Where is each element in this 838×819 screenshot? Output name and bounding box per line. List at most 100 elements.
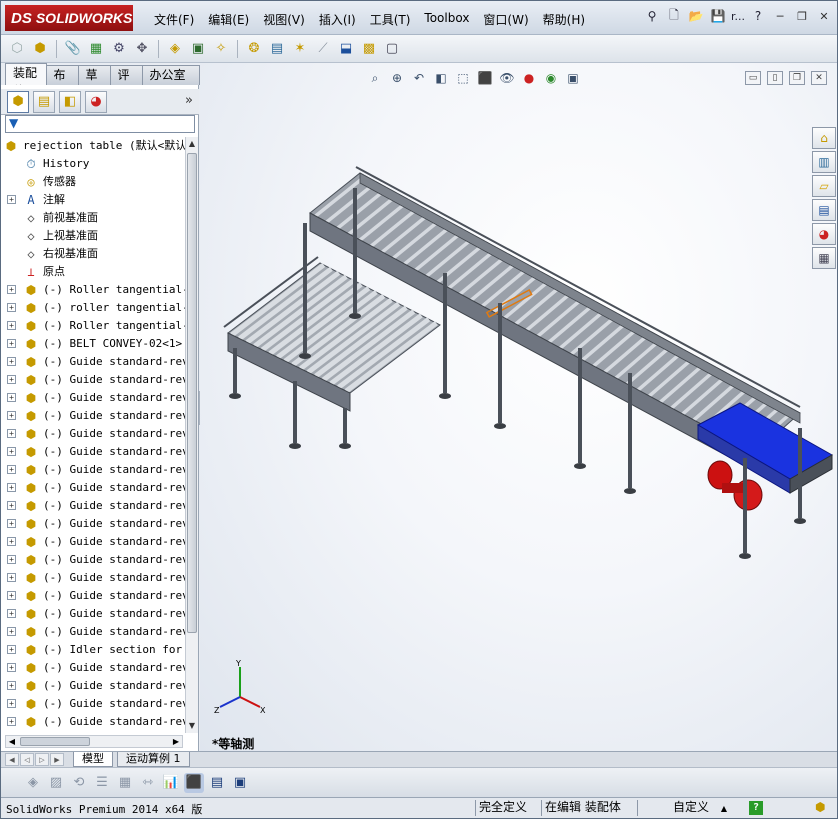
tree-vertical-scrollbar[interactable]: ▲ ▼ bbox=[185, 137, 198, 733]
pin-icon[interactable]: ⚲ bbox=[643, 7, 661, 25]
configuration-manager-tab-icon[interactable]: ◧ bbox=[59, 90, 81, 113]
tree-component-item[interactable]: + ⬢ (-) Guide standard-rev4 bbox=[1, 623, 185, 641]
expand-toggle-icon[interactable]: + bbox=[7, 393, 16, 402]
tree-component-item[interactable]: + ⬢ (-) Guide standard-rev4 bbox=[1, 371, 185, 389]
property-manager-tab-icon[interactable]: ▤ bbox=[33, 90, 55, 113]
tree-component-item[interactable]: + ⬢ (-) Guide standard-rev4 bbox=[1, 695, 185, 713]
custom-properties-icon[interactable]: ▦ bbox=[812, 247, 836, 269]
timeline-icon[interactable]: ⇿ bbox=[138, 773, 158, 793]
previous-view-icon[interactable]: ↶ bbox=[410, 69, 428, 87]
solidworks-logo[interactable]: DS SOLIDWORKS bbox=[5, 5, 133, 31]
move-component-icon[interactable]: ✥ bbox=[132, 39, 152, 59]
tree-component-item[interactable]: + ⬢ (-) Guide standard-rev4 bbox=[1, 407, 185, 425]
status-tag-icon[interactable]: ⬢ bbox=[815, 800, 825, 814]
expand-toggle-icon[interactable]: + bbox=[7, 645, 16, 654]
tree-component-item[interactable]: + ⬢ (-) Guide standard-rev4 bbox=[1, 497, 185, 515]
results-plot-icon[interactable]: 📊 bbox=[161, 773, 181, 793]
scroll-thumb[interactable] bbox=[187, 153, 197, 633]
expand-toggle-icon[interactable]: + bbox=[7, 303, 16, 312]
expand-toggle-icon[interactable]: + bbox=[7, 483, 16, 492]
view-orientation-icon[interactable]: ⬚ bbox=[454, 69, 472, 87]
tree-component-item[interactable]: + ⬢ (-) Guide standard-rev4 bbox=[1, 677, 185, 695]
expand-toggle-icon[interactable]: + bbox=[7, 681, 16, 690]
instant3d-icon[interactable]: ⬓ bbox=[336, 39, 356, 59]
viewport-minimize-button[interactable]: ▭ bbox=[745, 71, 761, 85]
tree-component-item[interactable]: + ⬢ (-) Guide standard-rev4 bbox=[1, 587, 185, 605]
tree-component-item[interactable]: + ⬢ (-) Guide standard-rev4 bbox=[1, 353, 185, 371]
expand-toggle-icon[interactable]: + bbox=[7, 339, 16, 348]
viewport-tile-button[interactable]: ▯ bbox=[767, 71, 783, 85]
zoom-to-fit-icon[interactable]: ⌕ bbox=[366, 69, 384, 87]
tab-office-products[interactable]: 办公室产品 bbox=[141, 65, 200, 100]
help-question-icon[interactable]: ? bbox=[749, 7, 767, 25]
display-mode-icon[interactable]: ⬛ bbox=[184, 772, 204, 793]
linear-pattern-icon[interactable]: ▦ bbox=[86, 39, 106, 59]
tree-root-assembly[interactable]: ⬢ rejection table (默认<默认_ bbox=[1, 137, 185, 155]
appearances-scenes-icon[interactable]: ◕ bbox=[812, 223, 836, 245]
solidworks-resources-icon[interactable]: ⌂ bbox=[812, 127, 836, 149]
tree-component-item[interactable]: + ⬢ (-) Guide standard-rev4 bbox=[1, 389, 185, 407]
grid-view-icon[interactable]: ▦ bbox=[115, 773, 135, 793]
expand-toggle-icon[interactable]: + bbox=[7, 321, 16, 330]
tree-component-item[interactable]: + ⬢ (-) Guide standard-rev4 bbox=[1, 659, 185, 677]
exploded-view-icon[interactable]: ✶ bbox=[290, 39, 310, 59]
next-tab-icon[interactable]: ▷ bbox=[35, 753, 49, 766]
tree-component-item[interactable]: + ⬢ (-) Guide standard-rev4 bbox=[1, 461, 185, 479]
smart-fasteners-icon[interactable]: ⚙ bbox=[109, 39, 129, 59]
bill-of-materials-icon[interactable]: ▤ bbox=[267, 39, 287, 59]
scroll-thumb[interactable] bbox=[20, 737, 90, 746]
file-explorer-icon[interactable]: ▱ bbox=[812, 175, 836, 197]
mate-icon[interactable]: 📎 bbox=[63, 39, 83, 59]
section-view-icon[interactable]: ◧ bbox=[432, 69, 450, 87]
tree-item[interactable]: + A 注解 bbox=[1, 191, 185, 209]
menu-view[interactable]: 视图(V) bbox=[256, 9, 312, 30]
scroll-left-icon[interactable]: ◀ bbox=[6, 736, 18, 747]
new-motion-study-icon[interactable]: ❂ bbox=[244, 39, 264, 59]
scroll-down-icon[interactable]: ▼ bbox=[186, 719, 198, 733]
display-style-icon[interactable]: ⬛ bbox=[476, 69, 494, 87]
tree-item[interactable]: ⏱ History bbox=[1, 155, 185, 173]
expand-toggle-icon[interactable]: + bbox=[7, 537, 16, 546]
tree-component-item[interactable]: + ⬢ (-) BELT CONVEY-02<1> ( bbox=[1, 335, 185, 353]
tab-motion-study[interactable]: 运动算例 1 bbox=[117, 752, 190, 767]
last-tab-icon[interactable]: ▶ bbox=[50, 753, 64, 766]
expand-toggle-icon[interactable]: + bbox=[7, 627, 16, 636]
tab-assembly[interactable]: 装配体 bbox=[5, 63, 47, 98]
tree-item[interactable]: ◇ 上视基准面 bbox=[1, 227, 185, 245]
menu-tools[interactable]: 工具(T) bbox=[363, 9, 418, 30]
feature-tree-filter[interactable]: ▼ bbox=[5, 115, 195, 133]
expand-toggle-icon[interactable]: + bbox=[7, 447, 16, 456]
menu-toolbox[interactable]: Toolbox bbox=[417, 9, 476, 30]
hide-show-items-icon[interactable]: 👁 bbox=[498, 69, 516, 87]
expand-toggle-icon[interactable]: + bbox=[7, 591, 16, 600]
open-icon[interactable]: 📂 bbox=[687, 7, 705, 25]
save-animation-icon[interactable]: ▣ bbox=[230, 773, 250, 793]
tab-sketch[interactable]: 草图 bbox=[77, 65, 111, 100]
take-snapshot-icon[interactable]: ▢ bbox=[382, 39, 402, 59]
reference-geometry-icon[interactable]: ✧ bbox=[211, 39, 231, 59]
tree-item[interactable]: ◇ 前视基准面 bbox=[1, 209, 185, 227]
first-tab-icon[interactable]: ◀ bbox=[5, 753, 19, 766]
expand-toggle-icon[interactable]: + bbox=[7, 429, 16, 438]
edit-appearance-icon[interactable]: ● bbox=[520, 69, 538, 87]
tree-component-item[interactable]: + ⬢ (-) Guide standard-rev4 bbox=[1, 443, 185, 461]
filter-icon[interactable]: ▼ bbox=[9, 116, 18, 130]
assembly-features-icon[interactable]: ▣ bbox=[188, 39, 208, 59]
table-view-icon[interactable]: ▤ bbox=[207, 773, 227, 793]
menu-window[interactable]: 窗口(W) bbox=[476, 9, 535, 30]
tree-item[interactable]: ◇ 右视基准面 bbox=[1, 245, 185, 263]
conveyor-model[interactable] bbox=[200, 63, 837, 751]
expand-toggle-icon[interactable]: + bbox=[7, 357, 16, 366]
scroll-up-icon[interactable]: ▲ bbox=[186, 137, 198, 151]
open-part-icon[interactable]: ⬢ bbox=[30, 39, 50, 59]
expand-toggle-icon[interactable]: + bbox=[7, 573, 16, 582]
tree-component-item[interactable]: + ⬢ (-) Guide standard-rev4 bbox=[1, 533, 185, 551]
expand-toggle-icon[interactable]: + bbox=[7, 519, 16, 528]
feature-manager-tab-icon[interactable]: ⬢ bbox=[7, 90, 29, 113]
tab-evaluate[interactable]: 评估 bbox=[109, 65, 143, 100]
apply-scene-icon[interactable]: ◉ bbox=[542, 69, 560, 87]
graphics-area[interactable]: ⌕ ⊕ ↶ ◧ ⬚ ⬛ 👁 ● ◉ ▣ ▭ ▯ ❐ ✕ ⌂ ▥ ▱ ▤ ◕ ▦ bbox=[200, 63, 837, 751]
prev-tab-icon[interactable]: ◁ bbox=[20, 753, 34, 766]
expand-toggle-icon[interactable]: + bbox=[7, 501, 16, 510]
show-hidden-icon[interactable]: ◈ bbox=[165, 39, 185, 59]
